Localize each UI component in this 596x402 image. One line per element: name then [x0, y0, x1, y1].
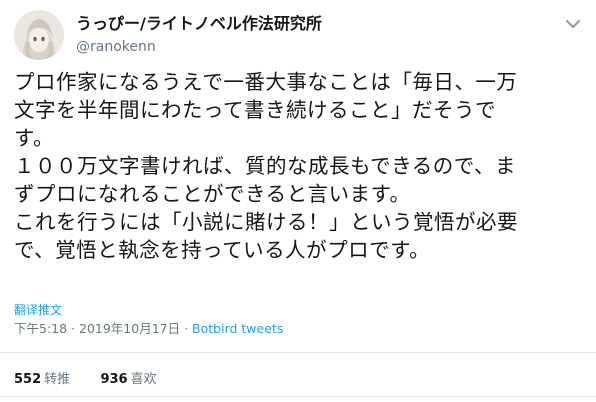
- likes-label: 喜欢: [130, 372, 157, 387]
- likes-stat[interactable]: 936 喜欢: [100, 372, 156, 387]
- author-handle[interactable]: @ranokenn: [76, 38, 322, 56]
- tweet-text-line: ずプロになれることができると言います。: [14, 182, 411, 206]
- likes-count: 936: [100, 372, 128, 387]
- tweet-text-line: １００万文字書ければ、質的な成長もできるので、ま: [14, 154, 516, 178]
- tweet-timestamp[interactable]: 下午5:18 · 2019年10月17日 ·: [14, 321, 192, 336]
- tweet-text-line: これを行うには「小説に賭ける！」という覚悟が必要: [14, 210, 518, 234]
- tweet-source-link[interactable]: Botbird tweets: [192, 321, 283, 336]
- tweet-text-line: す。: [14, 126, 54, 150]
- avatar-illustration: [14, 10, 64, 60]
- tweet-text: プロ作家になるうえで一番大事なことは「毎日、一万 文字を半年間にわたって書き続け…: [14, 68, 584, 264]
- avatar[interactable]: [14, 10, 64, 60]
- tweet-text-line: 文字を半年間にわたって書き続けること」だそうで: [14, 98, 496, 122]
- chevron-down-icon[interactable]: [564, 16, 582, 30]
- retweets-count: 552: [14, 372, 42, 387]
- translate-tweet-link[interactable]: 翻译推文: [14, 301, 62, 318]
- author-display-name[interactable]: うっぴー/ライトノベル作法研究所: [76, 14, 322, 34]
- tweet-text-line: プロ作家になるうえで一番大事なことは「毎日、一万: [14, 70, 518, 94]
- retweets-label: 转推: [44, 372, 71, 387]
- tweet-stats: 552 转推 936 喜欢: [14, 368, 157, 387]
- divider: [0, 396, 596, 397]
- tweet-meta: 下午5:18 · 2019年10月17日 · Botbird tweets: [14, 318, 283, 337]
- retweets-stat[interactable]: 552 转推: [14, 372, 70, 387]
- author-names: うっぴー/ライトノベル作法研究所 @ranokenn: [76, 14, 322, 56]
- divider: [0, 352, 596, 353]
- tweet-header: うっぴー/ライトノベル作法研究所 @ranokenn: [10, 6, 590, 62]
- tweet-card: うっぴー/ライトノベル作法研究所 @ranokenn プロ作家になるうえで一番大…: [0, 0, 596, 402]
- tweet-text-line: で、覚悟と執念を持っている人がプロです。: [14, 238, 431, 262]
